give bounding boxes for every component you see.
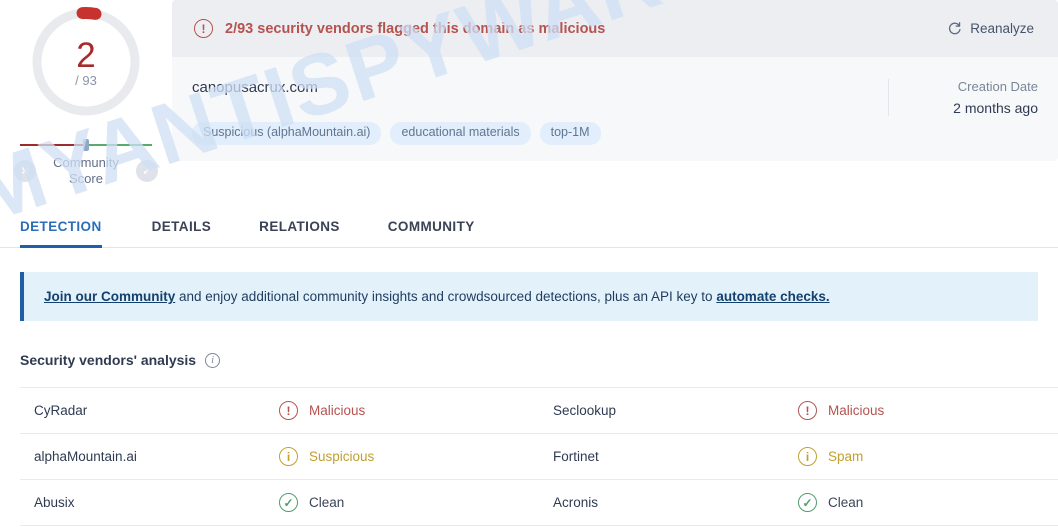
tab-bar: DETECTION DETAILS RELATIONS COMMUNITY bbox=[0, 190, 1058, 248]
score-total: / 93 bbox=[75, 72, 97, 88]
reanalyze-label: Reanalyze bbox=[970, 21, 1034, 36]
detection-score-donut: 2 / 93 bbox=[28, 4, 144, 120]
slider-handle[interactable] bbox=[83, 139, 89, 151]
automate-checks-link[interactable]: automate checks. bbox=[716, 289, 829, 304]
domain-details-body: canopusacrux.com Suspicious (alphaMounta… bbox=[172, 57, 1058, 161]
vendor-name: alphaMountain.ai bbox=[34, 449, 137, 464]
security-vendors-header: Security vendors' analysis i bbox=[14, 343, 1038, 377]
vendor-cell: Seclookup ! Malicious bbox=[539, 388, 1058, 433]
table-row: CyRadar ! Malicious Seclookup ! Maliciou… bbox=[20, 388, 1058, 434]
vendor-verdict: ! Malicious bbox=[798, 401, 1048, 420]
slider-negative-track bbox=[20, 144, 86, 146]
verdict-label: Malicious bbox=[828, 403, 885, 418]
vendor-name: Seclookup bbox=[553, 403, 617, 418]
tab-detection[interactable]: DETECTION bbox=[20, 219, 128, 248]
community-score-slider[interactable] bbox=[20, 139, 152, 151]
vendor-name: Fortinet bbox=[553, 449, 599, 464]
vendor-cell: Abusix ✓ Clean bbox=[20, 480, 539, 525]
creation-date-value: 2 months ago bbox=[953, 100, 1038, 116]
check-circle-icon: ✓ bbox=[798, 493, 817, 512]
alert-message: 2/93 security vendors flagged this domai… bbox=[225, 20, 606, 37]
vendor-cell: Acronis ✓ Clean bbox=[539, 480, 1058, 525]
table-row: alphaMountain.ai i Suspicious Fortinet i… bbox=[20, 434, 1058, 480]
check-circle-icon: ✓ bbox=[279, 493, 298, 512]
domain-info-panel: ! 2/93 security vendors flagged this dom… bbox=[172, 0, 1058, 161]
vendor-name: CyRadar bbox=[34, 403, 88, 418]
join-community-link[interactable]: Join our Community bbox=[44, 289, 175, 304]
vendor-verdict: i Suspicious bbox=[279, 447, 529, 466]
vendor-cell: Fortinet i Spam bbox=[539, 434, 1058, 479]
security-vendors-title: Security vendors' analysis bbox=[20, 352, 197, 368]
creation-date-block: Creation Date 2 months ago bbox=[888, 79, 1038, 116]
tab-community[interactable]: COMMUNITY bbox=[364, 219, 499, 247]
creation-date-label: Creation Date bbox=[957, 79, 1038, 94]
domain-main-column: canopusacrux.com Suspicious (alphaMounta… bbox=[192, 79, 888, 145]
summary-region: 2 / 93 ✕ Community Score ✓ ! 2/93 securi… bbox=[0, 0, 1058, 190]
vendor-cell: CyRadar ! Malicious bbox=[20, 388, 539, 433]
verdict-label: Spam bbox=[828, 449, 864, 464]
community-score-row: ✕ Community Score ✓ bbox=[14, 155, 158, 188]
tab-relations[interactable]: RELATIONS bbox=[235, 219, 364, 247]
score-value: 2 bbox=[76, 35, 96, 75]
community-score-label-line2: Score bbox=[69, 171, 103, 187]
vendor-verdict: ✓ Clean bbox=[798, 493, 1048, 512]
domain-name: canopusacrux.com bbox=[192, 79, 318, 96]
vendor-cell: alphaMountain.ai i Suspicious bbox=[20, 434, 539, 479]
detection-score-widget: 2 / 93 ✕ Community Score ✓ bbox=[0, 0, 172, 188]
reanalyze-button[interactable]: Reanalyze bbox=[941, 17, 1040, 40]
vendor-name: Abusix bbox=[34, 495, 75, 510]
info-circle-icon: i bbox=[798, 447, 817, 466]
verdict-label: Clean bbox=[309, 495, 345, 510]
community-score-label: Community Score bbox=[44, 155, 128, 188]
info-circle-icon: i bbox=[279, 447, 298, 466]
exclamation-circle-icon: ! bbox=[194, 19, 213, 38]
exclamation-circle-icon: ! bbox=[279, 401, 298, 420]
slider-positive-track bbox=[86, 144, 152, 146]
vendor-verdict: ✓ Clean bbox=[279, 493, 529, 512]
tag-item[interactable]: top-1M bbox=[539, 122, 601, 145]
vendor-verdict: i Spam bbox=[798, 447, 1048, 466]
domain-tag-list: Suspicious (alphaMountain.ai) educationa… bbox=[192, 122, 888, 145]
donut-center-labels: 2 / 93 bbox=[28, 4, 144, 120]
check-circle-icon[interactable]: ✓ bbox=[136, 160, 158, 183]
join-community-banner: Join our Community and enjoy additional … bbox=[20, 272, 1038, 321]
info-circle-icon[interactable]: i bbox=[205, 352, 221, 368]
refresh-icon bbox=[947, 21, 962, 36]
tag-item[interactable]: Suspicious (alphaMountain.ai) bbox=[192, 122, 382, 145]
security-vendors-table: CyRadar ! Malicious Seclookup ! Maliciou… bbox=[20, 387, 1058, 526]
alert-message-group: ! 2/93 security vendors flagged this dom… bbox=[194, 19, 941, 38]
exclamation-circle-icon: ! bbox=[798, 401, 817, 420]
verdict-label: Clean bbox=[828, 495, 864, 510]
verdict-label: Suspicious bbox=[309, 449, 375, 464]
vendor-verdict: ! Malicious bbox=[279, 401, 529, 420]
verdict-label: Malicious bbox=[309, 403, 366, 418]
close-circle-icon[interactable]: ✕ bbox=[14, 160, 36, 183]
tag-item[interactable]: educational materials bbox=[390, 122, 531, 145]
community-score-label-line1: Community bbox=[53, 155, 119, 170]
community-score-widget: ✕ Community Score ✓ bbox=[10, 139, 162, 188]
banner-middle-text: and enjoy additional community insights … bbox=[175, 289, 717, 304]
table-row: Abusix ✓ Clean Acronis ✓ Clean bbox=[20, 480, 1058, 526]
vendor-name: Acronis bbox=[553, 495, 599, 510]
tab-details[interactable]: DETAILS bbox=[128, 219, 236, 247]
malicious-alert-bar: ! 2/93 security vendors flagged this dom… bbox=[172, 0, 1058, 57]
